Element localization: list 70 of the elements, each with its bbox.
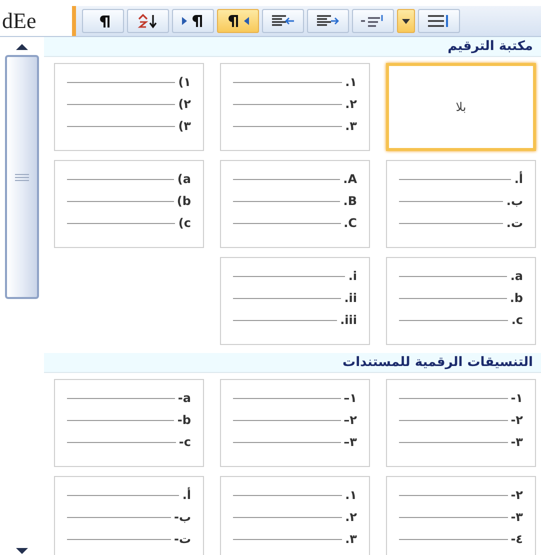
toolbar-button[interactable] xyxy=(82,9,124,33)
numbering-option[interactable]: .A .B .C xyxy=(220,160,370,248)
number-label: .ب xyxy=(506,194,523,208)
number-label: -a xyxy=(178,391,191,405)
number-label: .٣ xyxy=(345,119,357,133)
toolbar-button[interactable] xyxy=(262,9,304,33)
number-label: (b xyxy=(176,194,191,208)
number-label: .b xyxy=(510,291,523,305)
number-label: -٢ xyxy=(510,488,523,502)
numbering-option[interactable]: -١ -٢ -٣ xyxy=(386,379,536,467)
toolbar-button[interactable] xyxy=(352,9,394,33)
section-header: مكتبة الترقيم xyxy=(44,37,541,57)
number-label: .أ xyxy=(182,488,191,502)
toolbar-button[interactable] xyxy=(307,9,349,33)
numbering-option[interactable]: .١ .٢ .٣ xyxy=(220,476,370,555)
number-label: .١ xyxy=(345,488,357,502)
numbering-option[interactable]: .١ .٢ .٣ xyxy=(220,63,370,151)
number-label: -c xyxy=(178,435,191,449)
number-label: .A xyxy=(343,172,357,186)
toolbar-button[interactable] xyxy=(217,9,259,33)
numbering-option[interactable]: .i .ii .iii xyxy=(220,257,370,345)
number-label: .ت xyxy=(506,216,523,230)
number-label: .١ xyxy=(345,75,357,89)
number-label: -b xyxy=(177,413,191,427)
number-label: -ب xyxy=(174,510,191,524)
number-label: -ت xyxy=(174,532,191,546)
number-label: .٢ xyxy=(345,97,357,111)
number-label: .B xyxy=(343,194,357,208)
number-label: (c xyxy=(178,216,191,230)
toolbar-button[interactable] xyxy=(418,9,460,33)
number-label: -٣ xyxy=(510,510,523,524)
numbering-option[interactable]: (١ (٢ (٣ xyxy=(54,63,204,151)
numbering-option[interactable]: بلا xyxy=(386,63,536,151)
number-label: .i xyxy=(348,269,357,283)
number-label: .٣ xyxy=(345,532,357,546)
number-label: –١ xyxy=(344,391,357,405)
number-label: .a xyxy=(510,269,523,283)
number-label: .أ xyxy=(514,172,523,186)
number-label: .c xyxy=(511,313,523,327)
indent-icon xyxy=(269,13,297,29)
numbering-option[interactable]: .أ -ب -ت xyxy=(54,476,204,555)
number-label: –٣ xyxy=(344,435,357,449)
number-label: .iii xyxy=(340,313,357,327)
scroll-up-icon[interactable] xyxy=(15,43,29,51)
dropdown-button[interactable] xyxy=(397,9,415,33)
number-label: (a xyxy=(177,172,191,186)
toolbar-button[interactable] xyxy=(127,9,169,33)
numbering-option[interactable]: -a -b -c xyxy=(54,379,204,467)
number-label: –٢ xyxy=(344,413,357,427)
number-label: -٣ xyxy=(510,435,523,449)
number-label: .٢ xyxy=(345,510,357,524)
number-label: .ii xyxy=(344,291,357,305)
number-label: (١ xyxy=(178,75,191,89)
numbering-option[interactable]: -٢ -٣ -٤ xyxy=(386,476,536,555)
numbering-option[interactable]: (a (b (c xyxy=(54,160,204,248)
scrollbar-thumb[interactable] xyxy=(5,55,39,299)
number-label: (٣ xyxy=(178,119,191,133)
caret-icon xyxy=(401,17,411,25)
number-label: -٢ xyxy=(510,413,523,427)
number-label: (٢ xyxy=(178,97,191,111)
number-label: -٤ xyxy=(510,532,523,546)
number-label: .C xyxy=(344,216,357,230)
numbering-option[interactable]: .أ .ب .ت xyxy=(386,160,536,248)
style-preview[interactable]: dEe xyxy=(0,6,70,36)
number-label: -١ xyxy=(510,391,523,405)
section-header: التنسيقات الرقمية للمستندات xyxy=(44,353,541,373)
numbering-option[interactable]: .a .b .c xyxy=(386,257,536,345)
numbering-option[interactable]: –١ –٢ –٣ xyxy=(220,379,370,467)
toolbar-button[interactable] xyxy=(172,9,214,33)
scroll-down-icon[interactable] xyxy=(15,547,29,555)
